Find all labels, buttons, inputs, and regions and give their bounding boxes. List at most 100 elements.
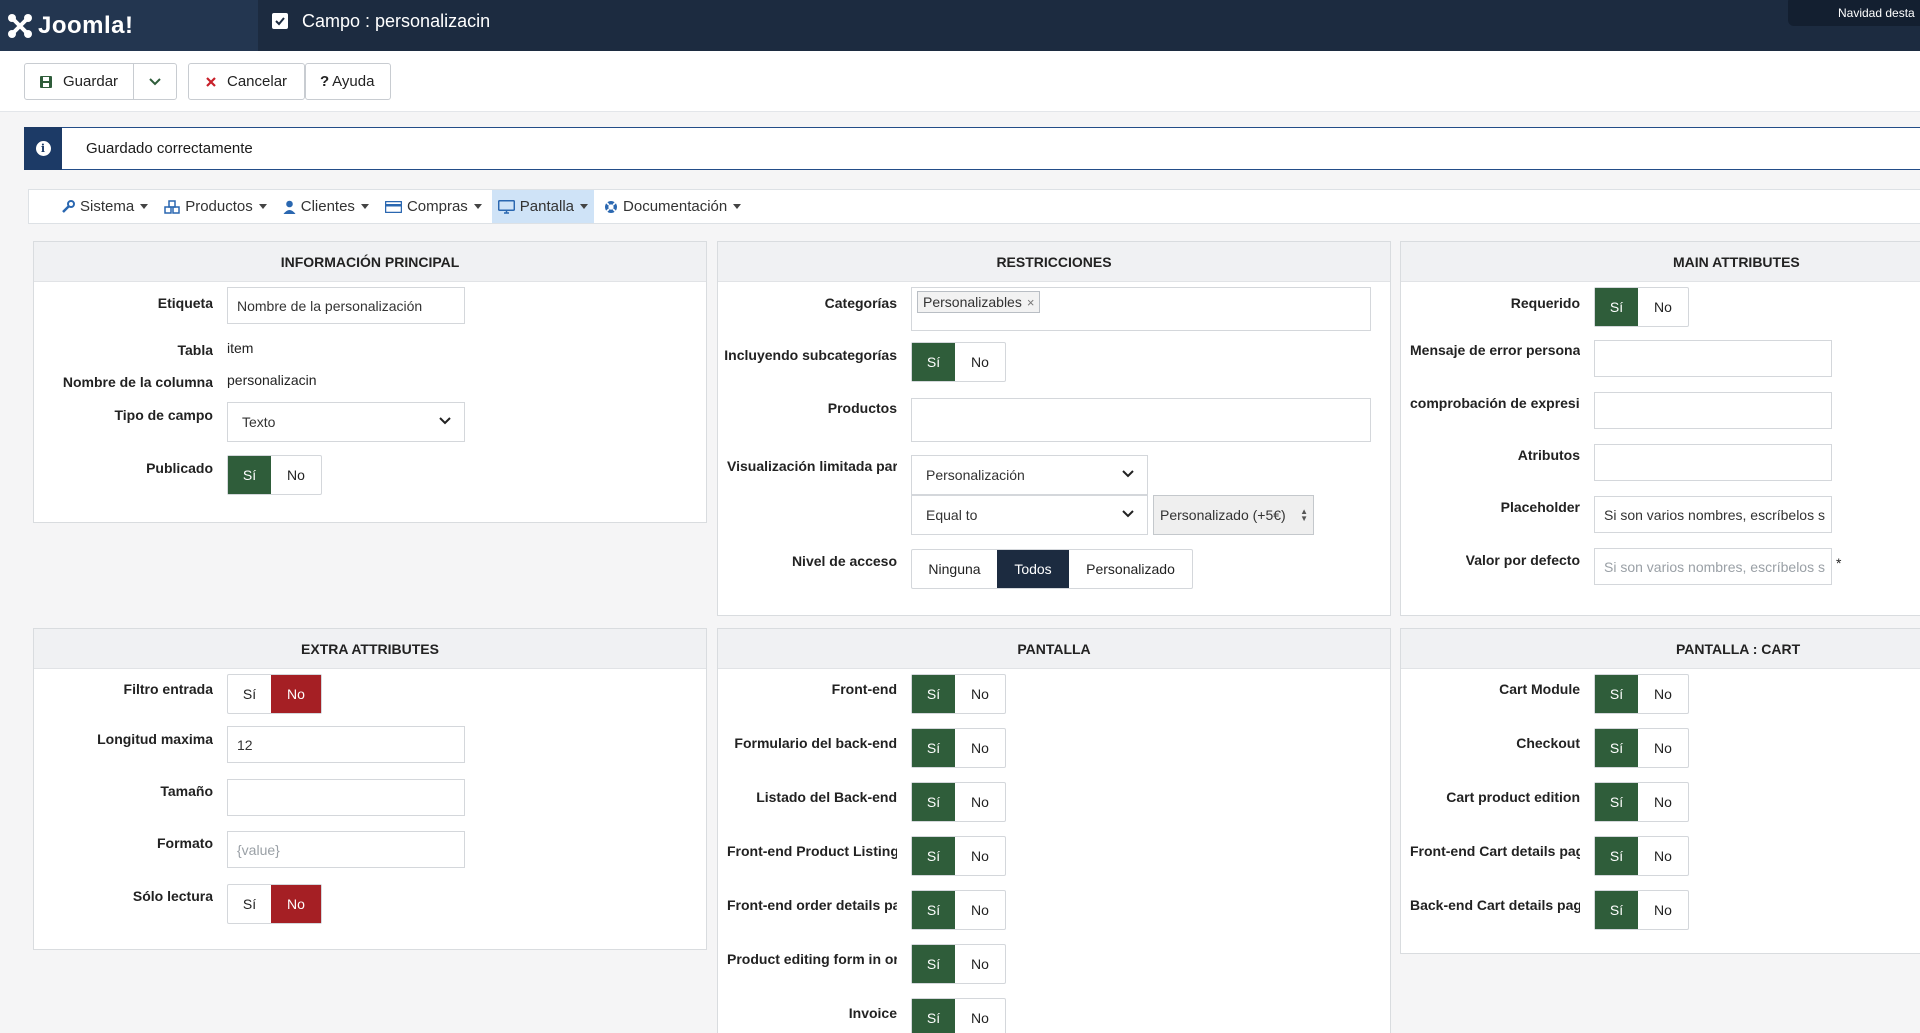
cart-row-no[interactable]: No xyxy=(1638,675,1688,713)
pantalla-row-no[interactable]: No xyxy=(955,837,1005,875)
cart-row-label: Checkout xyxy=(1516,735,1580,751)
cart-row-yes[interactable]: Sí xyxy=(1595,891,1638,929)
pantalla-row-no[interactable]: No xyxy=(955,783,1005,821)
subcategorias-no[interactable]: No xyxy=(955,343,1005,381)
save-button[interactable]: Guardar xyxy=(24,63,134,100)
formato-label: Formato xyxy=(157,835,213,851)
cart-row-toggle: Sí No xyxy=(1594,782,1689,822)
menu-compras[interactable]: Compras xyxy=(379,190,488,223)
toolbar: Guardar Cancelar ? Ayuda xyxy=(0,51,1920,112)
pantalla-row-no[interactable]: No xyxy=(955,891,1005,929)
visualizacion-field-select[interactable]: Personalización xyxy=(911,455,1148,495)
remove-icon[interactable]: × xyxy=(1027,295,1035,310)
filtro-entrada-yes[interactable]: Sí xyxy=(228,675,271,713)
credit-card-icon xyxy=(384,200,402,213)
tabla-label: Tabla xyxy=(177,342,213,358)
solo-lectura-yes[interactable]: Sí xyxy=(228,885,271,923)
solo-lectura-no[interactable]: No xyxy=(271,885,321,923)
pantalla-row-yes[interactable]: Sí xyxy=(912,675,955,713)
nivel-todos[interactable]: Todos xyxy=(997,550,1069,588)
filtro-entrada-toggle: Sí No xyxy=(227,674,322,714)
valor-defecto-label: Valor por defecto xyxy=(1465,552,1580,568)
pantalla-row-toggle: Sí No xyxy=(911,728,1006,768)
page-title-text: Campo : personalizacin xyxy=(302,10,491,31)
pantalla-row-yes[interactable]: Sí xyxy=(912,945,955,983)
notification-tab[interactable]: Navidad desta xyxy=(1788,0,1920,26)
panel-extra-attributes: EXTRA ATTRIBUTES Filtro entrada Sí No Lo… xyxy=(33,628,707,950)
save-dropdown-button[interactable] xyxy=(133,63,177,100)
productos-input[interactable] xyxy=(911,398,1371,442)
menu-sistema[interactable]: Sistema xyxy=(55,190,154,223)
columna-value: personalizacin xyxy=(227,372,317,388)
requerido-label: Requerido xyxy=(1510,295,1580,311)
cart-row-yes[interactable]: Sí xyxy=(1595,837,1638,875)
pantalla-row-yes[interactable]: Sí xyxy=(912,729,955,767)
subcategorias-yes[interactable]: Sí xyxy=(912,343,955,381)
cart-row-no[interactable]: No xyxy=(1638,729,1688,767)
pantalla-row-yes[interactable]: Sí xyxy=(912,891,955,929)
pantalla-row-label: Product editing form in or xyxy=(727,951,897,967)
cart-row-no[interactable]: No xyxy=(1638,837,1688,875)
nivel-ninguna[interactable]: Ninguna xyxy=(912,550,997,588)
etiqueta-label: Etiqueta xyxy=(157,295,213,311)
updown-icon: ▲ ▼ xyxy=(1300,507,1308,523)
joomla-logo-icon xyxy=(8,13,32,38)
pantalla-row-label: Invoice xyxy=(848,1005,897,1021)
pantalla-row-yes[interactable]: Sí xyxy=(912,837,955,875)
cart-row-yes[interactable]: Sí xyxy=(1595,675,1638,713)
cart-row-no[interactable]: No xyxy=(1638,891,1688,929)
atributos-input[interactable] xyxy=(1594,444,1832,481)
visualizacion-field-value: Personalización xyxy=(926,467,1025,483)
menu-documentacion[interactable]: Documentación xyxy=(598,190,747,223)
cart-row-toggle: Sí No xyxy=(1594,728,1689,768)
chevron-down-icon xyxy=(149,77,161,85)
menu-pantalla[interactable]: Pantalla xyxy=(491,190,595,223)
cart-row-yes[interactable]: Sí xyxy=(1595,783,1638,821)
tamano-input[interactable] xyxy=(227,779,465,816)
menu-label: Productos xyxy=(185,198,253,215)
regex-label: comprobación de expresió xyxy=(1410,395,1580,411)
longitud-maxima-input[interactable]: 12 xyxy=(227,726,465,763)
cart-row-no[interactable]: No xyxy=(1638,783,1688,821)
nivel-acceso-toggle: Ninguna Todos Personalizado xyxy=(911,549,1193,589)
placeholder-label: Placeholder xyxy=(1500,499,1580,515)
pantalla-row-toggle: Sí No xyxy=(911,998,1006,1033)
save-label: Guardar xyxy=(63,73,119,90)
pantalla-row-yes[interactable]: Sí xyxy=(912,783,955,821)
filtro-entrada-no[interactable]: No xyxy=(271,675,321,713)
joomla-logo[interactable]: Joomla! xyxy=(0,0,258,51)
pantalla-row-no[interactable]: No xyxy=(955,675,1005,713)
panel-informacion-principal: INFORMACIÓN PRINCIPAL Etiqueta Nombre de… xyxy=(33,241,707,523)
categorias-input[interactable]: Personalizables × xyxy=(911,287,1371,331)
cancel-button[interactable]: Cancelar xyxy=(188,63,305,100)
menu-clientes[interactable]: Clientes xyxy=(277,190,375,223)
pantalla-row-no[interactable]: No xyxy=(955,729,1005,767)
help-button[interactable]: ? Ayuda xyxy=(305,63,391,100)
pantalla-row-no[interactable]: No xyxy=(955,999,1005,1033)
valor-defecto-input[interactable]: Si son varios nombres, escríbelos s xyxy=(1594,548,1832,585)
requerido-yes[interactable]: Sí xyxy=(1595,288,1638,326)
solo-lectura-label: Sólo lectura xyxy=(132,888,213,904)
publicado-no[interactable]: No xyxy=(271,456,321,494)
regex-input[interactable] xyxy=(1594,392,1832,429)
cart-row-yes[interactable]: Sí xyxy=(1595,729,1638,767)
visualizacion-value-select[interactable]: Personalizado (+5€) ▲ ▼ xyxy=(1153,495,1314,535)
menu-productos[interactable]: Productos xyxy=(158,190,273,223)
columna-label: Nombre de la columna xyxy=(62,374,213,390)
pantalla-row-yes[interactable]: Sí xyxy=(912,999,955,1033)
formato-input[interactable]: {value} xyxy=(227,831,465,868)
pantalla-row-toggle: Sí No xyxy=(911,836,1006,876)
etiqueta-input[interactable]: Nombre de la personalización xyxy=(227,287,465,324)
tipo-campo-select[interactable]: Texto xyxy=(227,402,465,442)
visualizacion-operator-select[interactable]: Equal to xyxy=(911,495,1148,535)
user-icon xyxy=(283,200,296,214)
nivel-personalizado[interactable]: Personalizado xyxy=(1069,550,1192,588)
solo-lectura-toggle: Sí No xyxy=(227,884,322,924)
publicado-yes[interactable]: Sí xyxy=(228,456,271,494)
requerido-no[interactable]: No xyxy=(1638,288,1688,326)
tipo-campo-label: Tipo de campo xyxy=(114,407,213,423)
placeholder-input[interactable]: Si son varios nombres, escríbelos s xyxy=(1594,496,1832,533)
mensaje-error-input[interactable] xyxy=(1594,340,1832,377)
pantalla-row-no[interactable]: No xyxy=(955,945,1005,983)
subcategorias-toggle: Sí No xyxy=(911,342,1006,382)
